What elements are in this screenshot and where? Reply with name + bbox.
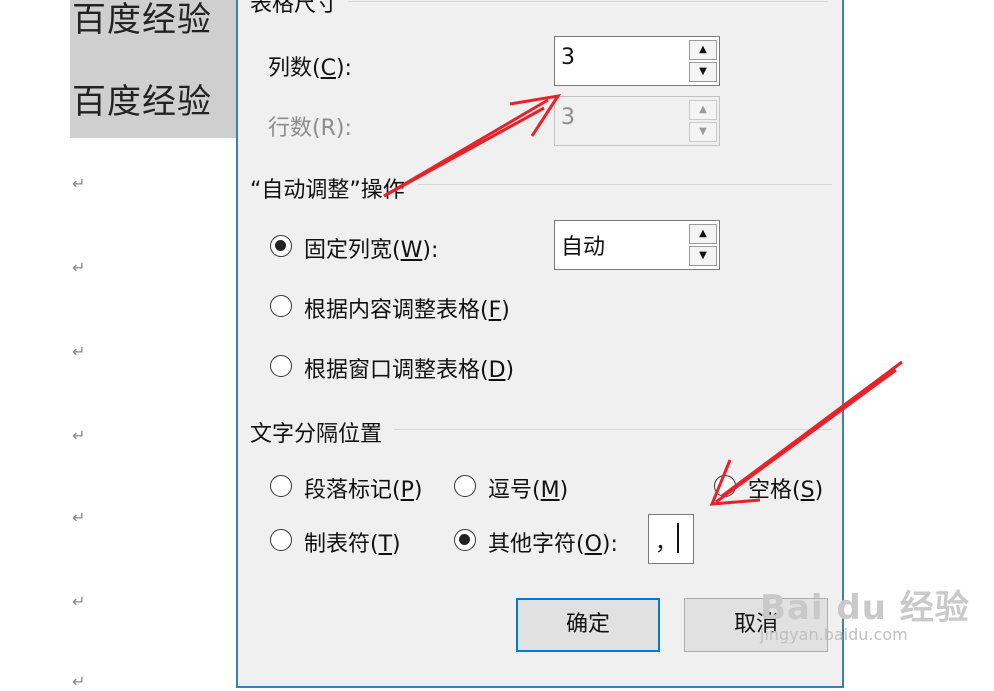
columns-label: 列数(C): xyxy=(268,56,352,81)
tab-radio[interactable] xyxy=(270,529,292,551)
paragraph-mark-radio[interactable] xyxy=(270,475,292,497)
autofit-legend: “自动调整”操作 xyxy=(250,172,411,204)
spin-down-icon: ▼ xyxy=(689,122,717,142)
watermark-logo: Bai du 经验 jingyan.baidu.com xyxy=(760,580,970,644)
autofit-window-radio[interactable] xyxy=(270,355,292,377)
columns-value[interactable]: 3 xyxy=(561,45,575,70)
watermark-brand: Bai du 经验 xyxy=(760,588,970,628)
other-char-radio[interactable] xyxy=(454,529,476,551)
other-char-value[interactable]: ， xyxy=(655,525,677,557)
group-divider xyxy=(418,184,832,185)
table-size-legend: 表格尺寸 xyxy=(250,0,345,18)
rows-value: 3 xyxy=(561,105,575,130)
columns-stepper[interactable]: 3 ▲ ▼ xyxy=(554,36,720,86)
fixed-width-radio[interactable] xyxy=(270,235,292,257)
text-to-table-dialog: 表格尺寸 列数(C): 3 ▲ ▼ 行数(R): 3 ▲ ▼ “自动调整”操作 … xyxy=(236,0,844,688)
fixed-width-label[interactable]: 固定列宽(W): xyxy=(304,232,438,264)
group-divider xyxy=(394,429,832,430)
comma-radio[interactable] xyxy=(454,475,476,497)
autofit-content-radio[interactable] xyxy=(270,295,292,317)
fixed-width-value[interactable]: 自动 xyxy=(561,229,605,261)
paragraph-mark-label[interactable]: 段落标记(P) xyxy=(304,472,422,504)
other-char-label[interactable]: 其他字符(O): xyxy=(488,526,618,558)
spin-up-icon[interactable]: ▲ xyxy=(689,40,717,60)
document-line-1: 百度经验 xyxy=(72,0,212,40)
group-divider xyxy=(348,1,828,2)
paragraph-mark-icon: ↵ xyxy=(72,592,86,611)
paragraph-mark-icon: ↵ xyxy=(72,508,86,527)
paragraph-mark-icon: ↵ xyxy=(72,672,86,691)
autofit-content-label[interactable]: 根据内容调整表格(F) xyxy=(304,292,510,324)
other-char-input[interactable]: ， xyxy=(648,514,694,564)
spin-up-icon: ▲ xyxy=(689,100,717,120)
rows-stepper: 3 ▲ ▼ xyxy=(554,96,720,146)
spin-down-icon[interactable]: ▼ xyxy=(689,62,717,82)
paragraph-mark-icon: ↵ xyxy=(72,342,86,361)
paragraph-mark-icon: ↵ xyxy=(72,174,86,193)
fixed-width-stepper[interactable]: 自动 ▲ ▼ xyxy=(554,220,720,270)
ok-button[interactable]: 确定 xyxy=(516,598,660,652)
comma-label[interactable]: 逗号(M) xyxy=(488,472,568,504)
document-line-2: 百度经验 xyxy=(72,82,212,122)
spin-up-icon[interactable]: ▲ xyxy=(689,224,717,244)
space-label[interactable]: 空格(S) xyxy=(748,472,823,504)
paragraph-mark-icon: ↵ xyxy=(72,426,86,445)
tab-label[interactable]: 制表符(T) xyxy=(304,526,401,558)
spin-down-icon[interactable]: ▼ xyxy=(689,246,717,266)
autofit-window-label[interactable]: 根据窗口调整表格(D) xyxy=(304,352,514,384)
rows-label: 行数(R): xyxy=(268,116,352,141)
separator-legend: 文字分隔位置 xyxy=(250,416,389,448)
text-caret xyxy=(677,523,679,553)
space-radio[interactable] xyxy=(714,475,736,497)
paragraph-mark-icon: ↵ xyxy=(72,258,86,277)
